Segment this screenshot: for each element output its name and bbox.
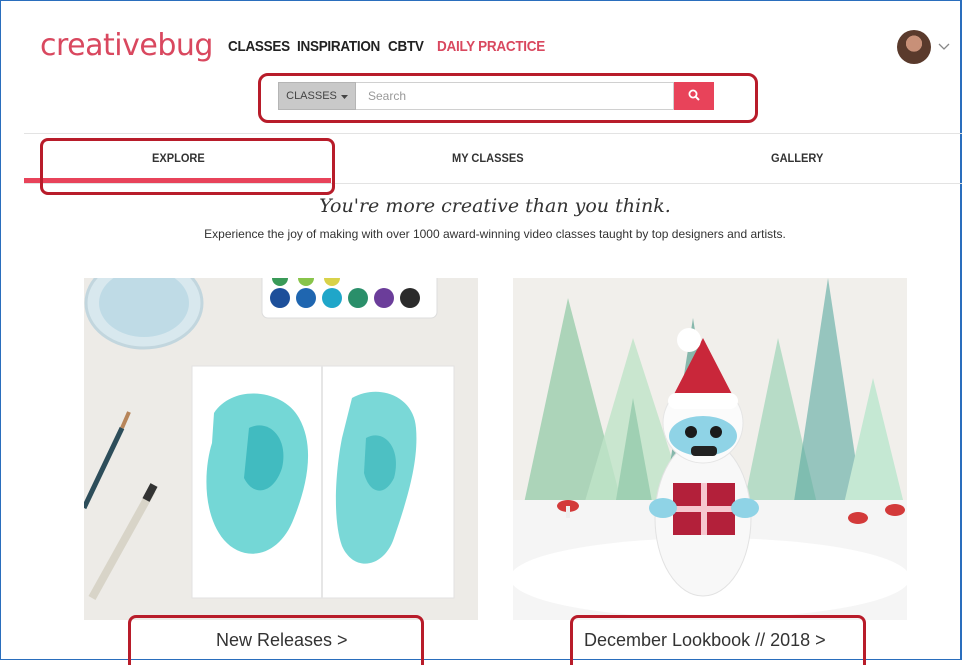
search-category-label: CLASSES [286, 90, 337, 102]
caret-down-icon [340, 90, 348, 102]
crochet-yeti-photo [513, 278, 907, 620]
search-icon [688, 89, 700, 104]
chevron-down-icon[interactable] [938, 40, 950, 54]
nav-daily-practice[interactable]: DAILY PRACTICE [437, 38, 545, 55]
user-avatar[interactable] [897, 30, 931, 64]
search-category-dropdown[interactable]: CLASSES [278, 82, 356, 110]
header-divider [24, 133, 962, 134]
new-releases-link[interactable]: New Releases > [216, 630, 348, 651]
card-new-releases-image[interactable] [84, 278, 478, 620]
nav-classes[interactable]: CLASSES [228, 38, 290, 55]
tagline: You're more creative than you think. [319, 195, 671, 217]
subtitle: Experience the joy of making with over 1… [204, 227, 786, 241]
nav-inspiration[interactable]: INSPIRATION [297, 38, 380, 55]
nav-cbtv[interactable]: CBTV [388, 38, 424, 55]
explore-highlight-box [40, 138, 335, 195]
creativebug-logo[interactable]: creativebug [40, 28, 213, 63]
december-lookbook-link[interactable]: December Lookbook // 2018 > [584, 630, 826, 651]
card-december-lookbook-image[interactable] [513, 278, 907, 620]
watercolor-painting-photo [84, 278, 478, 620]
search-button[interactable] [674, 82, 714, 110]
tab-gallery[interactable]: GALLERY [771, 151, 823, 165]
search-input[interactable] [356, 82, 674, 110]
tab-my-classes[interactable]: MY CLASSES [452, 151, 524, 165]
